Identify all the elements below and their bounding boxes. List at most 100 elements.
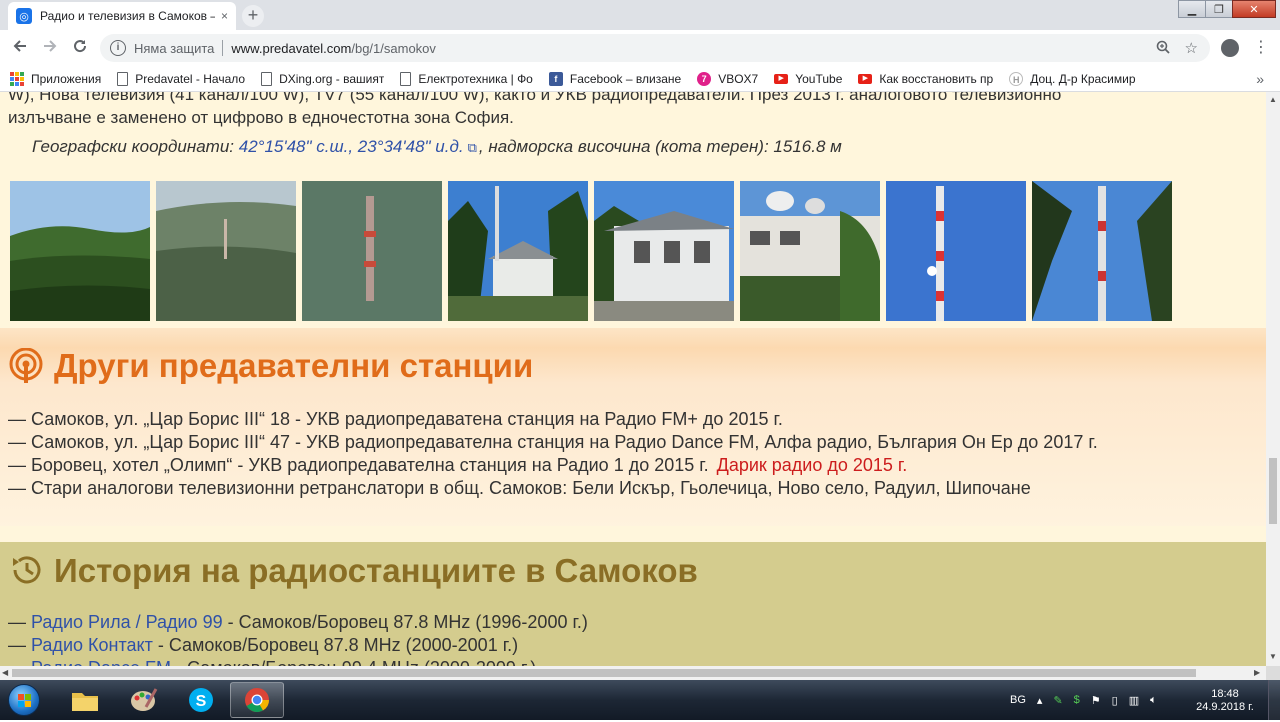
- bookmark-label: DXing.org - вашият: [279, 71, 385, 86]
- station-link[interactable]: Радио Контакт: [31, 635, 153, 655]
- reload-icon: [74, 40, 87, 53]
- taskbar-skype[interactable]: S: [174, 682, 228, 718]
- bookmark-label: VBOX7: [718, 71, 759, 86]
- bookmark-facebook[interactable]: f Facebook – влизане: [548, 71, 681, 86]
- list-item: — Боровец, хотел „Олимп“ - УКВ радиопред…: [8, 454, 1098, 477]
- photo-thumbnail[interactable]: [1032, 181, 1172, 321]
- photo-thumbnail[interactable]: [302, 181, 442, 321]
- list-dash: —: [8, 612, 32, 632]
- photo-thumbnail[interactable]: [886, 181, 1026, 321]
- other-stations-section: Други предавателни станции — Самоков, ул…: [0, 328, 1266, 526]
- history-list: — Радио Рила / Радио 99 - Самоков/Борове…: [8, 611, 588, 666]
- tab-close-icon[interactable]: ×: [221, 9, 228, 23]
- clock-date: 24.9.2018 г.: [1196, 701, 1254, 713]
- chrome-menu-icon[interactable]: ⋮: [1253, 38, 1269, 58]
- network-icon[interactable]: ▥: [1129, 694, 1139, 707]
- list-item: — Радио Рила / Радио 99 - Самоков/Борове…: [8, 611, 588, 634]
- youtube-icon: ▶: [774, 73, 789, 84]
- system-clock[interactable]: 18:48 24.9.2018 г.: [1196, 688, 1254, 714]
- taskbar-paint[interactable]: [116, 682, 170, 718]
- photo-thumbnail[interactable]: [740, 181, 880, 321]
- bookmark-youtube[interactable]: ▶ YouTube: [774, 72, 842, 86]
- vertical-scrollbar[interactable]: ▲ ▼: [1266, 92, 1280, 666]
- facebook-icon: f: [548, 71, 563, 86]
- url-path: /bg/1/samokov: [351, 40, 436, 56]
- language-indicator[interactable]: BG: [1010, 694, 1026, 706]
- bookmark-star-icon[interactable]: ☆: [1185, 39, 1198, 57]
- bookmark-elektrotehnika[interactable]: Електротехника | Фо: [400, 71, 533, 86]
- scrollbar-corner: [1266, 666, 1280, 680]
- photo-thumbnail[interactable]: [156, 181, 296, 321]
- system-tray: BG ▴ ✎ $ ⚑ ▯ ▥ 🔈︎: [1010, 680, 1168, 720]
- list-item-note: Дарик радио до 2015 г.: [716, 455, 908, 475]
- browser-tab-active[interactable]: ◎ Радио и телевизия в Самоков – ×: [8, 2, 236, 30]
- bookmark-youtube-video[interactable]: ▶ Как восстановить пр: [858, 72, 993, 86]
- list-item: — Самоков, ул. „Цар Борис III“ 18 - УКВ …: [8, 409, 783, 429]
- horizontal-scrollbar[interactable]: ◀ ▶: [0, 666, 1266, 680]
- site-favicon-icon: ◎: [16, 8, 32, 24]
- show-desktop-button[interactable]: [1268, 680, 1280, 720]
- site-icon: Н: [1009, 71, 1024, 86]
- list-item: — Радио Контакт - Самоков/Боровец 87.8 M…: [8, 634, 588, 657]
- photo-thumbnail[interactable]: [594, 181, 734, 321]
- zoom-icon[interactable]: [1156, 40, 1170, 57]
- taskbar-chrome[interactable]: [230, 682, 284, 718]
- history-section: История на радиостанциите в Самоков — Ра…: [0, 542, 1266, 666]
- scroll-down-icon[interactable]: ▼: [1269, 652, 1277, 661]
- horizontal-scroll-thumb[interactable]: [12, 669, 1196, 677]
- tray-app-icon[interactable]: ✎: [1053, 694, 1062, 707]
- tray-app-icon[interactable]: $: [1074, 694, 1080, 706]
- maximize-button[interactable]: ❐: [1205, 0, 1233, 18]
- photo-thumbnail[interactable]: [448, 181, 588, 321]
- photo-gallery: [10, 181, 1178, 321]
- list-item: — Стари аналогови телевизионни ретрансла…: [8, 478, 1031, 498]
- photo-thumbnail[interactable]: [10, 181, 150, 321]
- tray-arrow-icon[interactable]: ▴: [1037, 694, 1043, 707]
- section-title: История на радиостанциите в Самоков: [54, 552, 698, 589]
- info-icon[interactable]: i: [110, 40, 126, 56]
- bookmark-dxing[interactable]: DXing.org - вашият: [261, 71, 385, 86]
- coordinates-label: Географски координати:: [32, 137, 239, 156]
- restore-icon: ❐: [1214, 3, 1224, 16]
- reload-button[interactable]: [69, 38, 91, 60]
- folder-icon: [72, 693, 98, 711]
- scroll-up-icon[interactable]: ▲: [1269, 95, 1277, 104]
- list-dash: —: [8, 658, 31, 666]
- vertical-scroll-thumb[interactable]: [1269, 458, 1277, 524]
- action-center-icon[interactable]: ⚑: [1091, 694, 1101, 707]
- list-item: — Самоков, ул. „Цар Борис III“ 47 - УКВ …: [8, 432, 1098, 452]
- list-item: — Радио Dance FM - Самоков/Боровец 99.4 …: [8, 657, 588, 666]
- station-link[interactable]: Радио Рила / Радио 99: [31, 612, 223, 632]
- profile-avatar-icon[interactable]: [1221, 39, 1239, 57]
- windows-logo-icon: [8, 684, 40, 716]
- power-icon[interactable]: ▯: [1112, 694, 1118, 707]
- new-tab-button[interactable]: +: [242, 5, 264, 27]
- minimize-button[interactable]: ▁: [1178, 0, 1206, 18]
- chrome-icon: [245, 688, 269, 713]
- start-button[interactable]: [4, 682, 44, 718]
- close-window-button[interactable]: ✕: [1232, 0, 1276, 18]
- scroll-right-icon[interactable]: ▶: [1254, 668, 1260, 677]
- url-host: www.predavatel.com: [231, 40, 352, 56]
- bookmark-apps[interactable]: Приложения: [10, 71, 101, 86]
- station-details: - Самоков/Боровец 87.8 MHz (2000-2001 г.…: [152, 635, 519, 655]
- bookmark-label: Електротехника | Фо: [418, 71, 533, 86]
- bookmarks-overflow-button[interactable]: »: [1256, 71, 1264, 87]
- volume-icon[interactable]: 🔈︎: [1150, 694, 1157, 707]
- scroll-left-icon[interactable]: ◀: [2, 668, 8, 677]
- external-link-icon[interactable]: ⧉: [468, 140, 477, 155]
- taskbar-explorer[interactable]: [58, 682, 112, 718]
- coordinates-link[interactable]: 42°15'48" с.ш., 23°34'48" и.д.: [239, 137, 464, 156]
- bookmark-vbox7[interactable]: 7 VBOX7: [697, 71, 759, 86]
- station-link[interactable]: Радио Dance FM: [31, 658, 171, 666]
- browser-toolbar: i Няма защита www.predavatel.com/bg/1/sa…: [0, 30, 1280, 66]
- bookmark-predavatel[interactable]: Predavatel - Начало: [117, 71, 245, 86]
- address-bar[interactable]: i Няма защита www.predavatel.com/bg/1/sa…: [100, 34, 1210, 62]
- bookmark-label: YouTube: [795, 71, 843, 86]
- forward-button[interactable]: [39, 38, 61, 60]
- bookmark-krasimir[interactable]: Н Доц. Д-р Красимир: [1009, 71, 1136, 86]
- history-clock-icon: [13, 556, 41, 584]
- page-icon: [261, 71, 273, 86]
- back-button[interactable]: [9, 38, 31, 60]
- section-title: Други предавателни станции: [54, 347, 534, 384]
